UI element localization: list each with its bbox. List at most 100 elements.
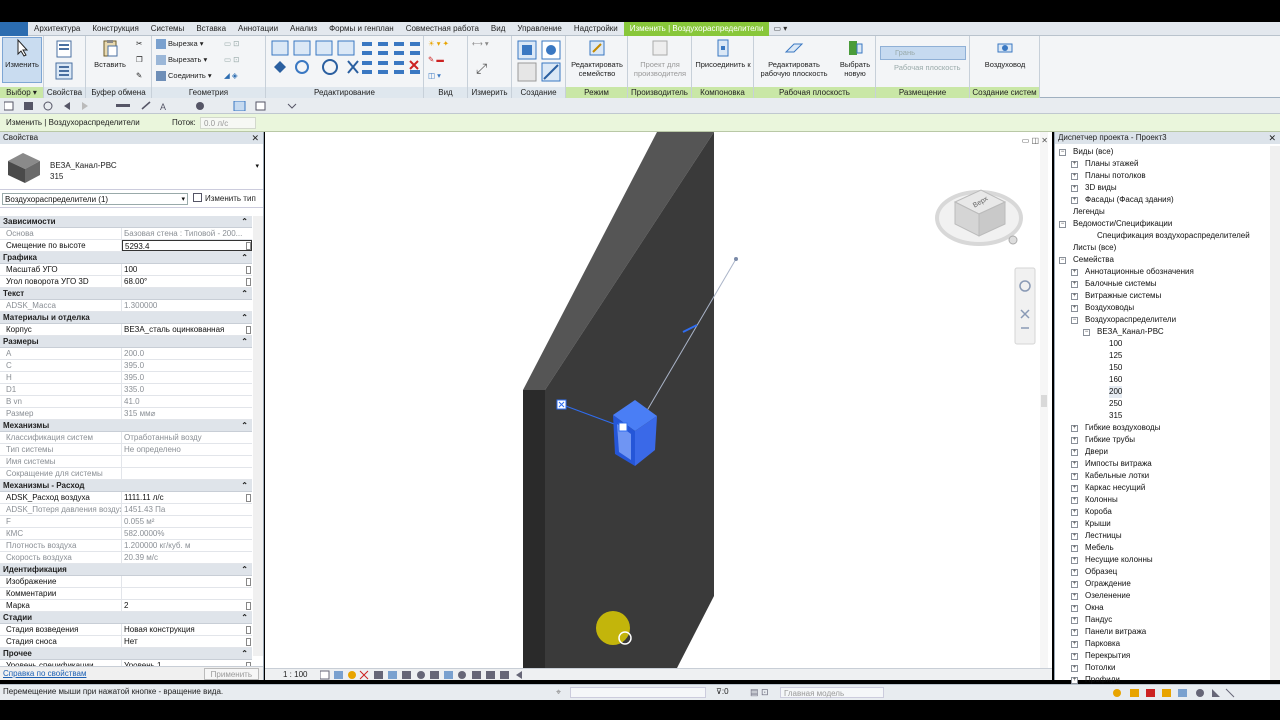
type-properties-icon[interactable] xyxy=(54,39,74,59)
browser-tree-item[interactable]: + Гибкие воздуховоды xyxy=(1055,422,1269,434)
cut-geometry-button[interactable]: Вырезка ▾ xyxy=(156,38,203,50)
pick-host-button[interactable]: Проект для производителя xyxy=(630,38,690,78)
browser-tree-item[interactable]: Листы (все) xyxy=(1055,242,1269,254)
close-icon[interactable]: ✕ xyxy=(251,132,259,144)
browser-tree-item[interactable]: + Пандус xyxy=(1055,614,1269,626)
expand-icon[interactable]: + xyxy=(1071,641,1078,648)
property-group-header[interactable]: Материалы и отделка ⌃ xyxy=(0,312,252,324)
expand-icon[interactable]: + xyxy=(1071,545,1078,552)
override-graphics-icon[interactable]: ✎ ▬ xyxy=(428,54,444,66)
expand-icon[interactable]: + xyxy=(1071,461,1078,468)
property-value[interactable]: ВЕЗА_сталь оцинкованная xyxy=(122,324,252,335)
browser-tree-item[interactable]: 250 xyxy=(1055,398,1269,410)
browser-tree-item[interactable]: + Импосты витража xyxy=(1055,458,1269,470)
properties-palette-icon[interactable] xyxy=(54,61,74,81)
create-tools-icons[interactable] xyxy=(516,39,562,83)
ribbon-toggle-icon[interactable]: ▭ ▾ xyxy=(769,24,791,33)
expand-icon[interactable]: + xyxy=(1071,665,1078,672)
collapse-icon[interactable]: ⌃ xyxy=(241,612,248,624)
property-value[interactable]: 100 xyxy=(122,264,252,275)
expand-icon[interactable]: + xyxy=(1071,473,1078,480)
browser-tree-item[interactable]: + Озеленение xyxy=(1055,590,1269,602)
expand-icon[interactable]: + xyxy=(1071,197,1078,204)
browser-tree-item[interactable]: − ВЕЗА_Канал-РВС xyxy=(1055,326,1269,338)
uncut-geometry-button[interactable]: Вырезать ▾ xyxy=(156,54,207,66)
expand-icon[interactable]: + xyxy=(1071,653,1078,660)
expand-icon[interactable]: + xyxy=(1071,281,1078,288)
ribbon-tab[interactable]: Системы xyxy=(145,22,191,36)
duct-system-button[interactable]: Воздуховод xyxy=(974,38,1036,69)
browser-tree-item[interactable]: + Образец xyxy=(1055,566,1269,578)
ribbon-tab[interactable]: Надстройки xyxy=(568,22,624,36)
expand-icon[interactable]: + xyxy=(1071,605,1078,612)
property-value[interactable]: 68.00° xyxy=(122,276,252,287)
associate-parameter-icon[interactable] xyxy=(246,242,251,250)
browser-tree-item[interactable]: 160 xyxy=(1055,374,1269,386)
collapse-icon[interactable]: ⌃ xyxy=(241,480,248,492)
attach-to-button[interactable]: Присоединить к xyxy=(694,38,752,69)
browser-tree-item[interactable]: + Каркас несущий xyxy=(1055,482,1269,494)
type-selector[interactable]: ВЕЗА_Канал-РВС 315 ▾ xyxy=(0,144,263,190)
browser-scrollbar[interactable] xyxy=(1270,146,1280,680)
workset-select[interactable] xyxy=(570,687,706,698)
expand-icon[interactable]: + xyxy=(1071,677,1078,684)
property-value[interactable]: Новая конструкция xyxy=(122,624,252,635)
flow-input[interactable]: 0.0 л/с xyxy=(200,117,256,129)
browser-tree-item[interactable]: 150 xyxy=(1055,362,1269,374)
work-plane-placement-button[interactable]: Рабочая плоскость xyxy=(880,62,966,76)
browser-tree-item[interactable]: 315 xyxy=(1055,410,1269,422)
expand-icon[interactable]: + xyxy=(1071,161,1078,168)
expand-icon[interactable]: + xyxy=(1071,593,1078,600)
browser-tree-item[interactable]: +3D виды xyxy=(1055,182,1269,194)
design-option-select[interactable]: Главная модель xyxy=(780,687,884,698)
browser-tree-item[interactable]: + Перекрытия xyxy=(1055,650,1269,662)
browser-tree-item[interactable]: + Потолки xyxy=(1055,662,1269,674)
browser-tree-item[interactable]: 100 xyxy=(1055,338,1269,350)
ribbon-tab[interactable]: Архитектура xyxy=(28,22,86,36)
associate-parameter-icon[interactable] xyxy=(246,578,251,586)
design-options-icon[interactable]: ▤ ⊡ xyxy=(750,687,769,698)
browser-tree-item[interactable]: + Планы этажей xyxy=(1055,158,1269,170)
app-logo-icon[interactable] xyxy=(0,21,28,36)
edit-tools-icons[interactable] xyxy=(270,39,424,83)
cut-icon[interactable]: ✂ xyxy=(136,38,142,50)
edit-work-plane-button[interactable]: Редактировать рабочую плоскость xyxy=(756,38,832,78)
collapse-icon[interactable]: − xyxy=(1059,221,1066,228)
property-group-header[interactable]: Размеры ⌃ xyxy=(0,336,252,348)
browser-tree-item[interactable]: + Несущие колонны xyxy=(1055,554,1269,566)
associate-parameter-icon[interactable] xyxy=(246,266,251,274)
browser-tree-item[interactable]: 125 xyxy=(1055,350,1269,362)
browser-tree-item[interactable]: − Виды (все) xyxy=(1055,146,1269,158)
properties-scrollbar[interactable] xyxy=(253,216,263,656)
property-group-header[interactable]: Графика ⌃ xyxy=(0,252,252,264)
properties-help-link[interactable]: Справка по свойствам xyxy=(3,669,86,678)
property-group-header[interactable]: Зависимости ⌃ xyxy=(0,216,252,228)
modify-button[interactable]: Изменить xyxy=(2,37,42,83)
expand-icon[interactable]: + xyxy=(1071,269,1078,276)
collapse-icon[interactable]: ⌃ xyxy=(241,336,248,348)
browser-tree-item[interactable]: + Кабельные лотки xyxy=(1055,470,1269,482)
endpoint-grip[interactable] xyxy=(734,257,738,261)
ribbon-tab[interactable]: Изменить | Воздухораспределители xyxy=(623,21,770,36)
browser-tree-item[interactable]: + Короба xyxy=(1055,506,1269,518)
property-value[interactable] xyxy=(122,588,252,599)
property-group-header[interactable]: Идентификация ⌃ xyxy=(0,564,252,576)
associate-parameter-icon[interactable] xyxy=(246,626,251,634)
browser-tree-item[interactable]: + Парковка xyxy=(1055,638,1269,650)
expand-icon[interactable]: + xyxy=(1071,533,1078,540)
property-group-header[interactable]: Прочее ⌃ xyxy=(0,648,252,660)
expand-icon[interactable]: + xyxy=(1071,425,1078,432)
property-group-header[interactable]: Механизмы - Расход ⌃ xyxy=(0,480,252,492)
browser-tree-item[interactable]: 200 xyxy=(1055,386,1269,398)
collapse-icon[interactable]: − xyxy=(1083,329,1090,336)
navigation-bar[interactable] xyxy=(1014,267,1036,345)
property-value[interactable] xyxy=(122,576,252,587)
selection-settings-icons[interactable] xyxy=(1112,688,1242,698)
bulb-icon[interactable]: ☀ ▾ ✦ xyxy=(428,38,449,50)
measure-icon[interactable]: ⟷ ▾ xyxy=(472,38,489,50)
chevron-down-icon[interactable]: ▾ xyxy=(255,162,259,170)
browser-tree-item[interactable]: + Мебель xyxy=(1055,542,1269,554)
browser-tree-item[interactable]: + Воздуховоды xyxy=(1055,302,1269,314)
browser-tree-item[interactable]: + Фасады (Фасад здания) xyxy=(1055,194,1269,206)
edit-family-button[interactable]: Редактировать семейство xyxy=(568,38,626,78)
